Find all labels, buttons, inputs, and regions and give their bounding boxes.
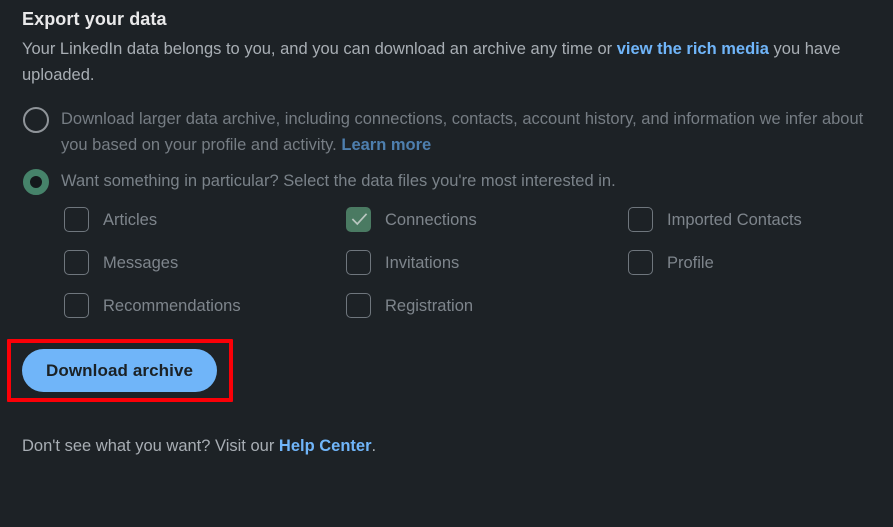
intro-text-before-link: Your LinkedIn data belongs to you, and y… — [22, 40, 617, 58]
checkmark-icon — [351, 213, 368, 226]
checkbox-label-profile: Profile — [667, 253, 714, 272]
checkbox-item-imported-contacts[interactable]: Imported Contacts — [628, 207, 893, 232]
page-title: Export your data — [22, 9, 167, 29]
checkbox-label-recommendations: Recommendations — [103, 296, 241, 315]
intro-paragraph: Your LinkedIn data belongs to you, and y… — [22, 36, 862, 88]
checkbox-label-invitations: Invitations — [385, 253, 460, 272]
radio-unchecked-icon[interactable] — [23, 107, 49, 133]
radio-option-larger-archive-label: Download larger data archive, including … — [61, 106, 873, 158]
data-file-checkbox-grid: Articles Connections Imported Contacts M… — [64, 207, 864, 318]
checkbox-label-connections: Connections — [385, 210, 477, 229]
download-action-zone: Download archive — [7, 336, 873, 406]
checkbox-item-messages[interactable]: Messages — [64, 250, 346, 275]
checkbox-item-registration[interactable]: Registration — [346, 293, 628, 318]
checkbox-row: Articles Connections Imported Contacts — [64, 207, 864, 232]
checkbox-box-registration[interactable] — [346, 293, 371, 318]
checkbox-cell-empty — [628, 293, 893, 318]
checkbox-label-articles: Articles — [103, 210, 158, 229]
checkbox-item-connections[interactable]: Connections — [346, 207, 628, 232]
checkbox-box-recommendations[interactable] — [64, 293, 89, 318]
download-archive-button[interactable]: Download archive — [22, 349, 218, 392]
checkbox-item-invitations[interactable]: Invitations — [346, 250, 628, 275]
radio-option-specific-files[interactable]: Want something in particular? Select the… — [22, 168, 873, 195]
checkbox-box-articles[interactable] — [64, 207, 89, 232]
checkbox-box-messages[interactable] — [64, 250, 89, 275]
checkbox-item-recommendations[interactable]: Recommendations — [64, 293, 346, 318]
footer-text-before-link: Don't see what you want? Visit our — [22, 437, 279, 455]
help-center-link[interactable]: Help Center — [279, 437, 372, 455]
footer-text-after-link: . — [371, 437, 377, 455]
footer-help-text: Don't see what you want? Visit our Help … — [22, 434, 873, 458]
checkbox-row: Messages Invitations Profile — [64, 250, 864, 275]
checkbox-box-invitations[interactable] — [346, 250, 371, 275]
radio-option-larger-archive[interactable]: Download larger data archive, including … — [22, 106, 873, 158]
checkbox-item-articles[interactable]: Articles — [64, 207, 346, 232]
checkbox-label-registration: Registration — [385, 296, 474, 315]
larger-archive-text: Download larger data archive, including … — [61, 110, 864, 154]
view-rich-media-link[interactable]: view the rich media — [617, 40, 769, 58]
checkbox-box-connections[interactable] — [346, 207, 371, 232]
checkbox-box-profile[interactable] — [628, 250, 653, 275]
checkbox-item-profile[interactable]: Profile — [628, 250, 893, 275]
radio-checked-icon[interactable] — [23, 169, 49, 195]
checkbox-box-imported-contacts[interactable] — [628, 207, 653, 232]
checkbox-row: Recommendations Registration — [64, 293, 864, 318]
radio-option-specific-files-label: Want something in particular? Select the… — [61, 172, 616, 190]
learn-more-link[interactable]: Learn more — [341, 136, 431, 154]
export-data-panel: Export your data Your LinkedIn data belo… — [0, 0, 893, 527]
checkbox-label-messages: Messages — [103, 253, 179, 272]
checkbox-label-imported-contacts: Imported Contacts — [667, 210, 802, 229]
